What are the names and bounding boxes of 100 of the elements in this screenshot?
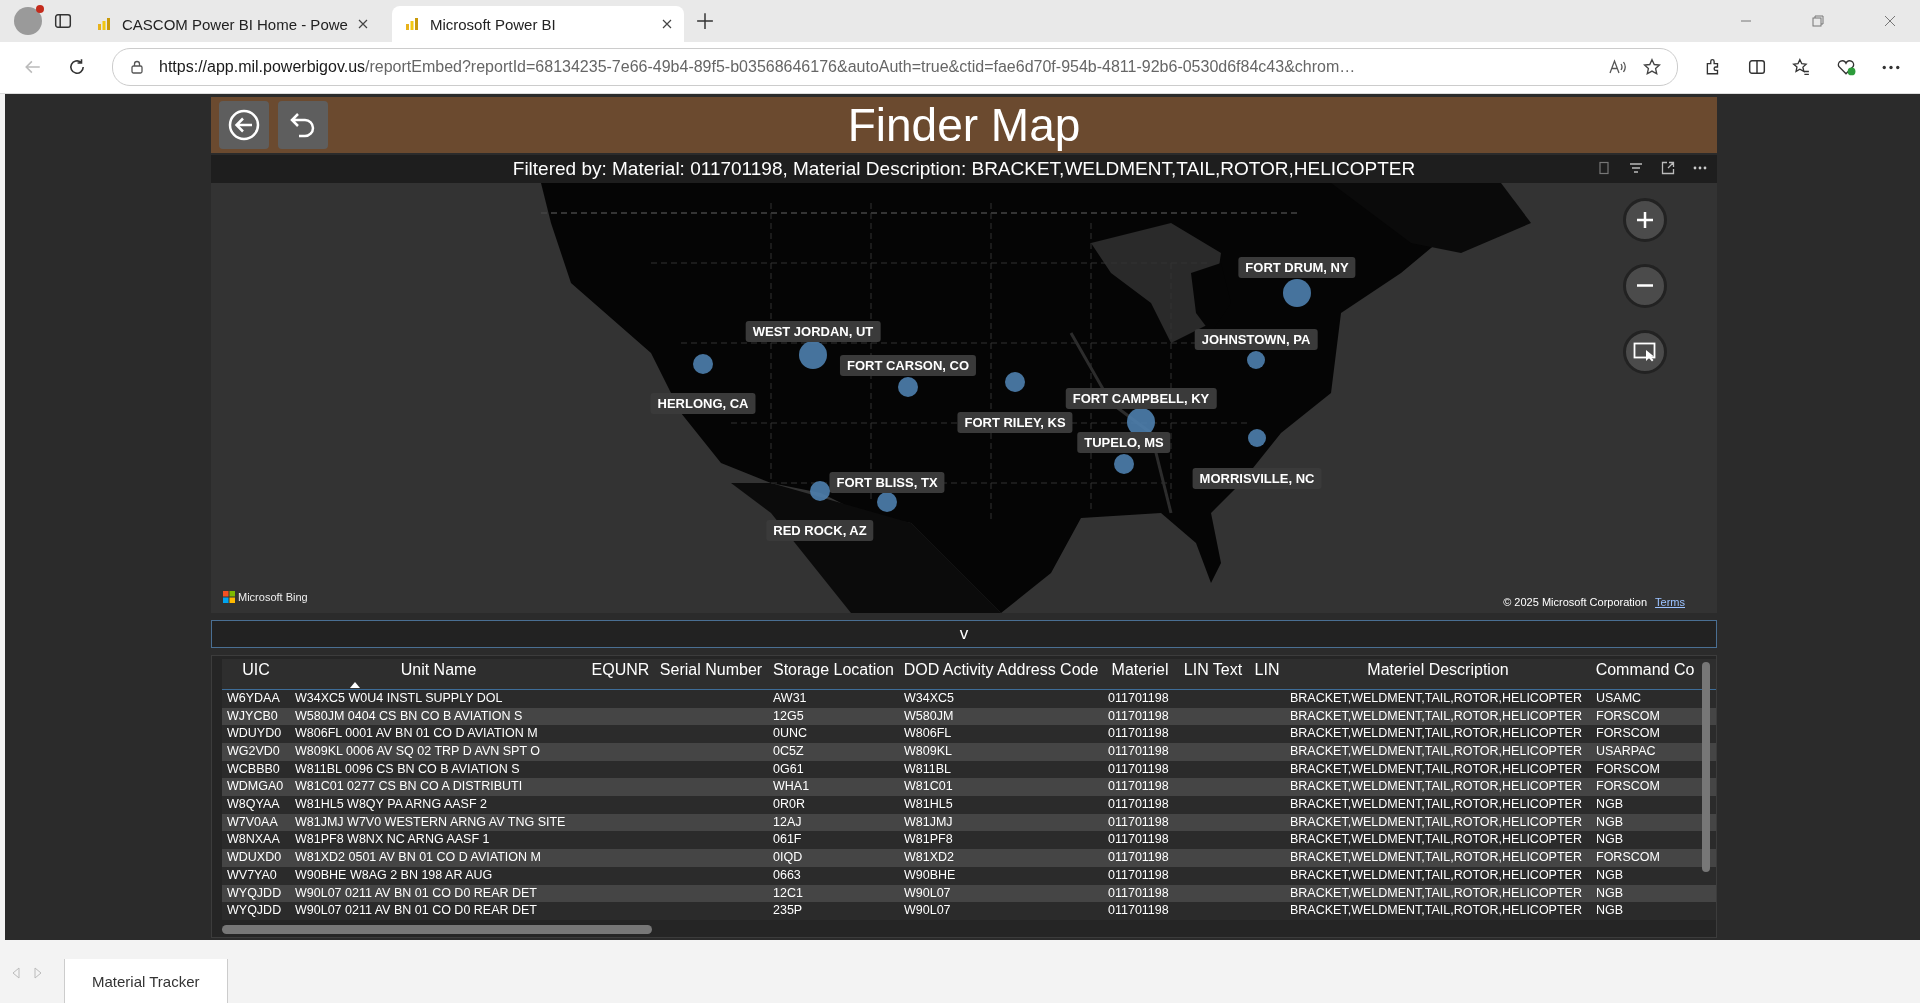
table-cell: W811BL 0096 CS BN CO B AVIATION S (295, 761, 520, 776)
table-cell: USARPAC (1596, 744, 1656, 758)
copy-icon[interactable] (1597, 160, 1611, 175)
table-cell: W809KL 0006 AV SQ 02 TRP D AVN SPT O (295, 744, 541, 758)
table-cell: BRACKET,WELDMENT,TAIL,ROTOR,HELICOPTER (1290, 814, 1582, 829)
browser-tab[interactable]: Microsoft Power BI (391, 6, 684, 42)
table-cell: W81C01 0277 CS BN CO A DISTRIBUTI (295, 779, 523, 794)
table-cell: 011701198 (1108, 761, 1169, 776)
table-cell: W81XD2 0501 AV BN 01 CO D AVIATION M (295, 850, 541, 865)
column-header[interactable]: Unit Name (400, 660, 477, 678)
table-cell: 011701198 (1108, 726, 1169, 741)
table-cell: WV7YA0 (227, 867, 277, 882)
report-title: Finder Map (847, 97, 1081, 152)
table-cell: NGB (1596, 867, 1624, 882)
table-cell: BRACKET,WELDMENT,TAIL,ROTOR,HELICOPTER (1290, 797, 1582, 812)
back-button[interactable] (219, 100, 269, 149)
table-cell: 0UNC (773, 726, 808, 741)
location-label: FORT CAMPBELL, KY (1065, 387, 1217, 409)
sidebar-toggle-icon[interactable] (54, 12, 72, 30)
location-label: FORT BLISS, TX (829, 471, 945, 493)
table-cell: NGB (1596, 814, 1624, 829)
toggle-bar[interactable]: v (211, 619, 1717, 648)
terms-link[interactable]: Terms (1655, 595, 1685, 608)
table-cell: FORSCOM (1596, 708, 1660, 723)
table-cell: BRACKET,WELDMENT,TAIL,ROTOR,HELICOPTER (1290, 832, 1582, 847)
table-cell: FORSCOM (1596, 761, 1660, 776)
close-icon[interactable] (357, 19, 368, 29)
read-aloud-icon[interactable] (1609, 59, 1627, 76)
power-bi-icon (403, 16, 420, 32)
address-bar[interactable]: https://app.mil.powerbigov.us/reportEmbed?reportId=68134235-7e66-49b4-89f5-b03568646176&autoAuth=true&ctid=fae6d70f-954b-4811-92b6-0530d6f84c43&chrom… (112, 48, 1678, 87)
table-cell: W580JM 0404 CS BN CO B AVIATION S (295, 708, 523, 723)
restore-icon[interactable] (1812, 15, 1824, 27)
new-tab-icon[interactable] (695, 12, 714, 30)
table-cell: 011701198 (1108, 690, 1169, 705)
browser-tab[interactable]: CASCOM Power BI Home - Powe (84, 6, 380, 42)
table-cell: W806FL 0001 AV BN 01 CO D AVIATION M (295, 726, 538, 741)
table-cell: BRACKET,WELDMENT,TAIL,ROTOR,HELICOPTER (1290, 708, 1582, 723)
copyright-text: © 2025 Microsoft Corporation (1503, 595, 1648, 608)
horizontal-scrollbar[interactable] (222, 924, 652, 934)
table-cell: W81XD2 (904, 850, 955, 865)
column-header[interactable]: UIC (242, 660, 270, 678)
table-cell: 0IQD (773, 850, 803, 865)
column-header[interactable]: DOD Activity Address Code (903, 660, 1099, 678)
table-cell: W81HL5 (904, 797, 953, 812)
health-icon[interactable] (1836, 58, 1856, 77)
table-cell: FORSCOM (1596, 850, 1660, 865)
table-cell: 011701198 (1108, 814, 1169, 829)
more-icon[interactable] (1882, 64, 1900, 70)
favorites-icon[interactable] (1792, 58, 1810, 77)
column-header[interactable]: Storage Location (773, 660, 894, 678)
column-header[interactable]: Command Co (1595, 660, 1695, 678)
table-cell: BRACKET,WELDMENT,TAIL,ROTOR,HELICOPTER (1290, 867, 1582, 882)
column-header[interactable]: Materiel (1111, 660, 1169, 678)
table-cell: W90BHE (904, 867, 956, 882)
refresh-icon[interactable] (68, 58, 86, 77)
focus-mode-icon[interactable] (1661, 160, 1675, 175)
table-cell: WYQJDD (227, 903, 282, 918)
filter-icon[interactable] (1629, 160, 1643, 175)
column-header[interactable]: LIN Text (1183, 660, 1243, 678)
column-header[interactable]: Serial Number (659, 660, 763, 678)
table-cell: WDMGA0 (227, 779, 284, 794)
close-icon[interactable] (661, 19, 672, 29)
column-header[interactable]: Materiel Description (1367, 660, 1509, 678)
table-cell: BRACKET,WELDMENT,TAIL,ROTOR,HELICOPTER (1290, 690, 1582, 705)
more-options-icon[interactable] (1693, 165, 1707, 170)
filter-text: Filtered by: Material: 011701198, Material Description: BRACKET,WELDMENT,TAIL,ROTOR,HELICOPTER (512, 157, 1416, 180)
page-tab[interactable]: Material Tracker (64, 959, 228, 1003)
table-cell: WDUYD0 (227, 726, 282, 741)
column-header[interactable]: EQUNR (591, 660, 650, 678)
table-cell: 011701198 (1108, 744, 1169, 758)
table-cell: W81PF8 W8NX NC ARNG AASF 1 (295, 832, 490, 847)
location-label: HERLONG, CA (650, 392, 756, 414)
table-cell: 011701198 (1108, 779, 1169, 794)
profile-avatar-icon[interactable] (14, 7, 42, 35)
vertical-scrollbar[interactable] (1702, 661, 1710, 872)
plus-icon (1635, 209, 1655, 230)
split-screen-icon[interactable] (1748, 58, 1766, 77)
lock-icon (131, 60, 143, 75)
table-cell: 235P (773, 903, 803, 918)
location-label: TUPELO, MS (1077, 431, 1171, 453)
table-cell: 011701198 (1108, 708, 1169, 723)
table-cell: W81PF8 (904, 832, 953, 847)
table-cell: W90BHE W8AG 2 BN 198 AR AUG (295, 867, 493, 882)
star-icon[interactable] (1643, 58, 1661, 77)
table-cell: W6YDAA (227, 690, 280, 705)
table-cell: NGB (1596, 885, 1624, 900)
table-cell: BRACKET,WELDMENT,TAIL,ROTOR,HELICOPTER (1290, 779, 1582, 794)
location-label: FORT RILEY, KS (957, 411, 1073, 433)
column-header[interactable]: LIN (1254, 660, 1280, 678)
table-cell: BRACKET,WELDMENT,TAIL,ROTOR,HELICOPTER (1290, 850, 1582, 865)
table-cell: W90L07 (904, 903, 951, 918)
table-cell: W34XC5 (904, 690, 955, 705)
table-cell: W8QYAA (227, 797, 280, 812)
table-cell: W90L07 0211 AV BN 01 CO D0 REAR DET (295, 903, 537, 918)
undo-button[interactable] (278, 100, 328, 149)
location-label: MORRISVILLE, NC (1192, 467, 1322, 489)
table-cell: 12C1 (773, 885, 803, 900)
table-cell: W811BL (904, 761, 951, 776)
table-cell: WDUXD0 (227, 850, 282, 865)
table-cell: W8NXAA (227, 832, 280, 847)
